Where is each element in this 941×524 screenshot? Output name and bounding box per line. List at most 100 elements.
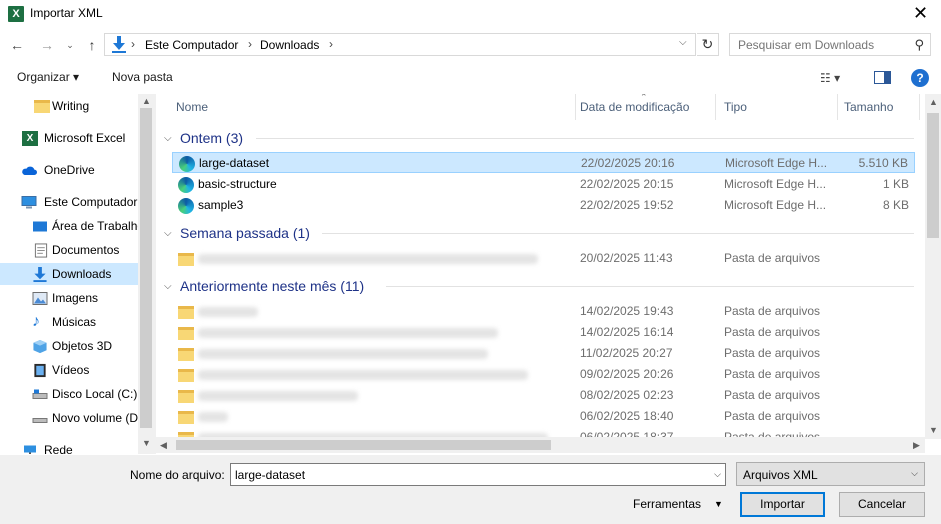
folder-row[interactable]: 09/02/2025 20:26 Pasta de arquivos bbox=[172, 364, 915, 385]
nav-item-downloads[interactable]: Downloads bbox=[0, 263, 138, 285]
forward-arrow-icon[interactable]: → bbox=[38, 36, 56, 54]
folder-row[interactable]: 08/02/2025 02:23 Pasta de arquivos bbox=[172, 385, 915, 406]
filename-combobox[interactable]: ⌵ bbox=[230, 463, 726, 486]
folder-row[interactable]: 20/02/2025 11:43 Pasta de arquivos bbox=[172, 248, 915, 269]
nav-item-label: Imagens bbox=[52, 291, 99, 305]
blurred-folder-name bbox=[198, 412, 228, 422]
scroll-down-arrow-icon[interactable]: ▼ bbox=[142, 438, 151, 448]
nav-item-label: Músicas bbox=[52, 315, 97, 329]
scroll-left-arrow-icon[interactable]: ◀ bbox=[160, 440, 167, 451]
sidebar-scroll-thumb[interactable] bbox=[140, 108, 152, 428]
recent-locations-chevron-icon[interactable]: ⌄ bbox=[64, 36, 76, 54]
up-arrow-icon[interactable]: ↑ bbox=[84, 36, 100, 54]
group-header-earlier-this-month[interactable]: Anteriormente neste mês (11) bbox=[180, 275, 364, 297]
computer-icon bbox=[21, 196, 37, 209]
file-date: 20/02/2025 11:43 bbox=[580, 251, 673, 265]
file-row-basic-structure[interactable]: basic-structure 22/02/2025 20:15 Microso… bbox=[172, 174, 915, 195]
file-type-filter[interactable]: Arquivos XML ⌵ bbox=[736, 462, 925, 486]
folder-row[interactable]: 06/02/2025 18:40 Pasta de arquivos bbox=[172, 406, 915, 427]
vertical-scroll-thumb[interactable] bbox=[927, 113, 939, 238]
help-button[interactable]: ? bbox=[911, 69, 929, 87]
nav-item-microsoft-excel[interactable]: X Microsoft Excel bbox=[0, 127, 138, 149]
nav-item-documentos[interactable]: Documentos bbox=[0, 239, 138, 261]
scroll-down-arrow-icon[interactable]: ▼ bbox=[929, 425, 938, 435]
breadcrumb-este-computador[interactable]: Este Computador bbox=[145, 38, 238, 52]
search-input[interactable] bbox=[738, 38, 898, 52]
cancel-button[interactable]: Cancelar bbox=[839, 492, 925, 517]
group-collapse-chevron-icon[interactable]: ⌵ bbox=[164, 281, 172, 292]
folder-row[interactable]: 14/02/2025 19:43 Pasta de arquivos bbox=[172, 301, 915, 322]
nav-item-este-computador[interactable]: Este Computador bbox=[0, 191, 138, 213]
document-icon bbox=[34, 243, 48, 258]
file-type: Pasta de arquivos bbox=[724, 388, 821, 402]
scroll-right-arrow-icon[interactable]: ▶ bbox=[913, 440, 920, 451]
organize-button[interactable]: Organizar ▾ bbox=[17, 70, 79, 84]
column-header-size[interactable]: Tamanho bbox=[836, 94, 920, 120]
folder-icon bbox=[178, 327, 194, 340]
tools-dropdown-arrow-icon[interactable]: ▼ bbox=[714, 499, 723, 509]
file-type-filter-value: Arquivos XML bbox=[743, 468, 818, 482]
preview-pane-icon[interactable] bbox=[874, 71, 891, 84]
scroll-up-arrow-icon[interactable]: ▲ bbox=[142, 96, 151, 106]
nav-item-label: Este Computador bbox=[44, 195, 138, 209]
nav-item-objetos-3d[interactable]: Objetos 3D bbox=[0, 335, 138, 357]
nav-item-area-de-trabalho[interactable]: Área de Trabalho bbox=[0, 215, 144, 237]
file-list: Nome Data de modificação ⌃ Tipo Tamanho … bbox=[156, 94, 941, 454]
refresh-button[interactable]: ↻ bbox=[697, 33, 719, 56]
nav-item-imagens[interactable]: Imagens bbox=[0, 287, 138, 309]
back-arrow-icon[interactable]: ← bbox=[8, 36, 26, 54]
search-box[interactable]: ⚲ bbox=[729, 33, 931, 56]
column-header-name[interactable]: Nome bbox=[168, 94, 576, 120]
breadcrumb-separator: › bbox=[131, 37, 135, 51]
file-type: Pasta de arquivos bbox=[724, 409, 821, 423]
column-header-type[interactable]: Tipo bbox=[716, 94, 838, 120]
nav-item-label: Microsoft Excel bbox=[44, 131, 126, 145]
close-button[interactable]: ✕ bbox=[900, 0, 941, 28]
address-bar[interactable]: › Este Computador › Downloads › ⌵ bbox=[104, 33, 696, 56]
horizontal-scroll-thumb[interactable] bbox=[176, 440, 551, 450]
nav-item-onedrive[interactable]: OneDrive bbox=[0, 159, 138, 181]
nav-item-rede[interactable]: Rede bbox=[0, 439, 138, 454]
folder-icon bbox=[178, 390, 194, 403]
folder-row[interactable]: 11/02/2025 20:27 Pasta de arquivos bbox=[172, 343, 915, 364]
search-icon[interactable]: ⚲ bbox=[914, 37, 924, 53]
nav-item-disco-local[interactable]: Disco Local (C:) bbox=[0, 383, 138, 405]
view-options-button[interactable]: ☷ ▾ bbox=[820, 71, 840, 85]
edge-html-icon bbox=[178, 198, 194, 214]
group-header-last-week[interactable]: Semana passada (1) bbox=[180, 222, 310, 244]
folder-icon bbox=[178, 411, 194, 424]
tools-button[interactable]: Ferramentas bbox=[633, 497, 701, 511]
file-row-large-dataset[interactable]: large-dataset 22/02/2025 20:16 Microsoft… bbox=[172, 152, 915, 173]
file-date: 22/02/2025 20:16 bbox=[581, 156, 675, 170]
breadcrumb-downloads[interactable]: Downloads bbox=[260, 38, 319, 52]
new-folder-button[interactable]: Nova pasta bbox=[112, 70, 173, 84]
group-header-yesterday[interactable]: Ontem (3) bbox=[180, 127, 243, 149]
address-dropdown-chevron-icon[interactable]: ⌵ bbox=[679, 37, 687, 48]
nav-item-label: Área de Trabalho bbox=[52, 219, 145, 233]
music-icon: ♪ bbox=[32, 313, 40, 330]
scroll-up-arrow-icon[interactable]: ▲ bbox=[929, 97, 938, 107]
group-collapse-chevron-icon[interactable]: ⌵ bbox=[164, 133, 172, 144]
file-size: 1 KB bbox=[882, 177, 909, 191]
import-button[interactable]: Importar bbox=[740, 492, 825, 517]
group-divider bbox=[256, 138, 914, 139]
folder-row[interactable]: 14/02/2025 16:14 Pasta de arquivos bbox=[172, 322, 915, 343]
file-type: Pasta de arquivos bbox=[724, 325, 821, 339]
filename-input[interactable] bbox=[235, 468, 695, 482]
nav-item-label: Disco Local (C:) bbox=[52, 387, 138, 401]
file-row-sample3[interactable]: sample3 22/02/2025 19:52 Microsoft Edge … bbox=[172, 195, 915, 216]
file-type: Microsoft Edge H... bbox=[724, 198, 827, 212]
nav-item-writing[interactable]: Writing bbox=[0, 95, 138, 117]
cube-icon bbox=[33, 339, 47, 354]
video-icon bbox=[34, 363, 46, 378]
folder-icon bbox=[178, 348, 194, 361]
file-date: 09/02/2025 20:26 bbox=[580, 367, 674, 381]
group-collapse-chevron-icon[interactable]: ⌵ bbox=[164, 228, 172, 239]
toolbar: Organizar ▾ Nova pasta ☷ ▾ ? bbox=[0, 64, 941, 92]
nav-item-musicas[interactable]: ♪ Músicas bbox=[0, 311, 138, 333]
file-type: Pasta de arquivos bbox=[724, 251, 821, 265]
nav-item-videos[interactable]: Vídeos bbox=[0, 359, 138, 381]
nav-item-novo-volume[interactable]: Novo volume (D bbox=[0, 407, 138, 429]
drive-icon bbox=[32, 389, 48, 399]
chevron-down-icon[interactable]: ⌵ bbox=[714, 469, 721, 480]
